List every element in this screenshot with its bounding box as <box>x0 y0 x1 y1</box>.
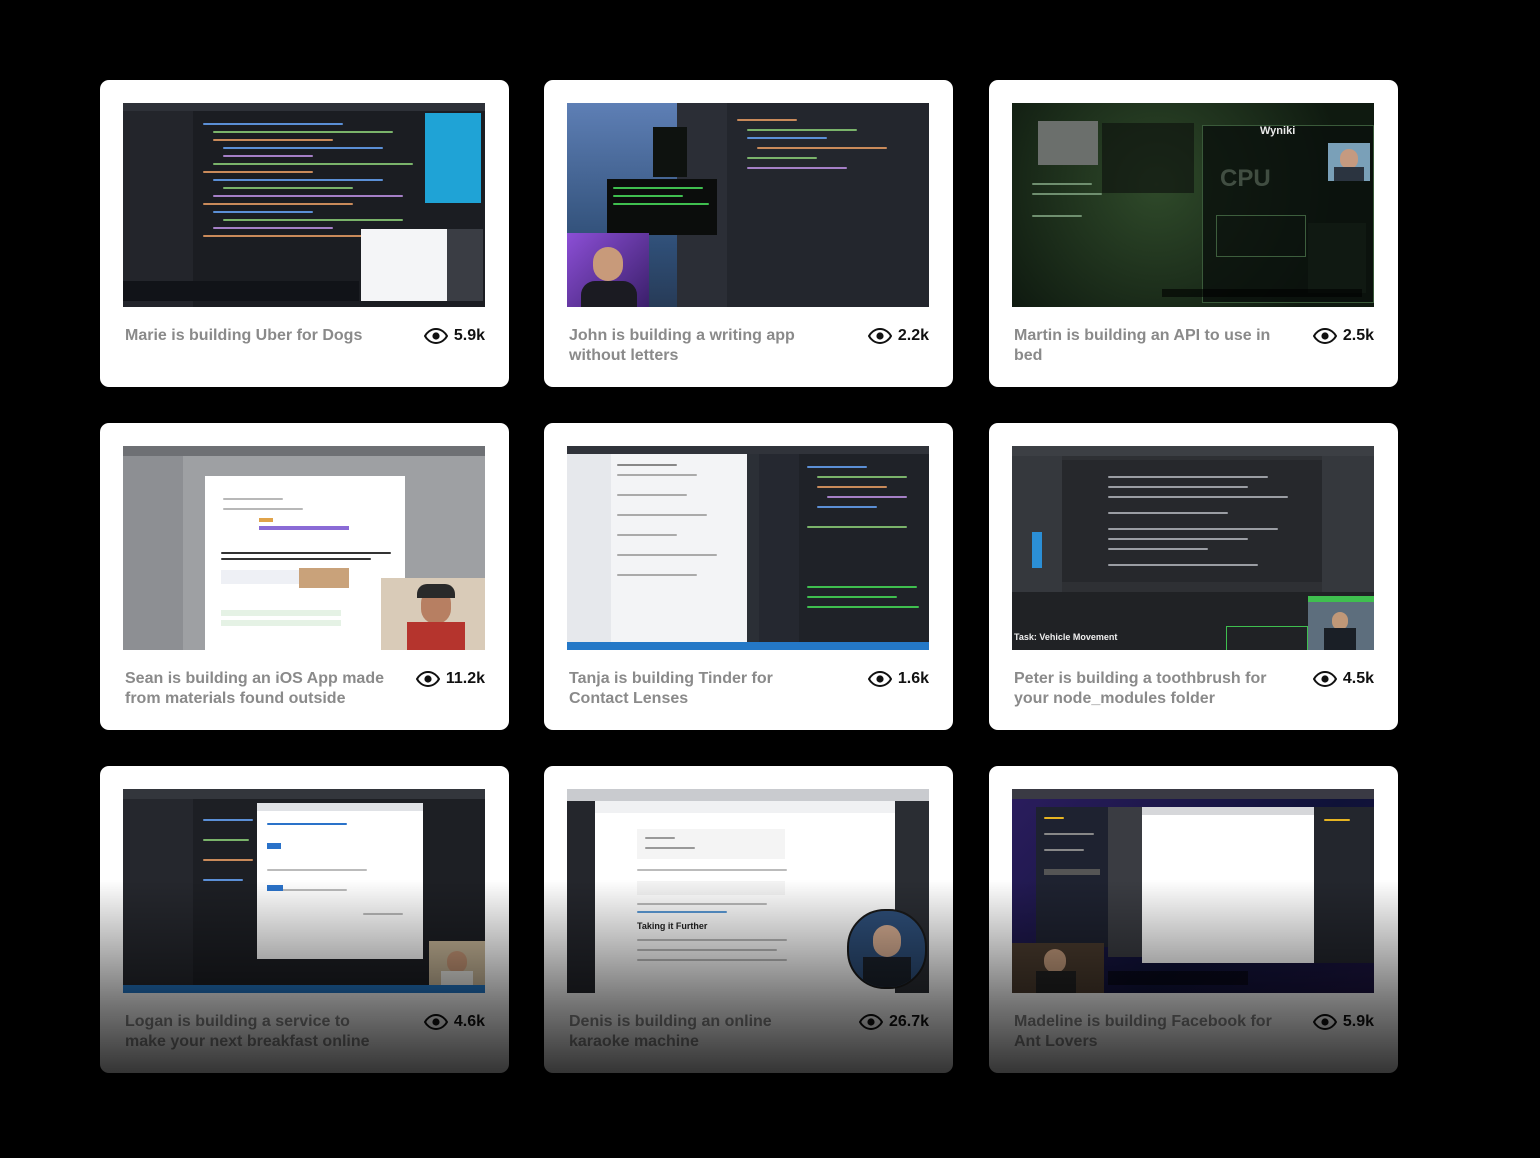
view-count: 11.2k <box>415 669 485 689</box>
eye-icon <box>1312 1014 1337 1030</box>
stream-card[interactable]: Task: Vehicle Movement Peter is building… <box>989 423 1398 730</box>
view-count-value: 5.9k <box>1342 1013 1374 1030</box>
section-heading: Taking it Further <box>637 921 708 931</box>
eye-icon <box>415 671 440 687</box>
stream-card[interactable]: Madeline is building Facebook for Ant Lo… <box>989 766 1398 1073</box>
eye-icon <box>867 328 892 344</box>
view-count-value: 4.5k <box>1342 670 1374 687</box>
view-count-value: 5.9k <box>453 327 485 344</box>
stream-thumbnail[interactable] <box>123 789 485 993</box>
view-count: 2.2k <box>867 326 929 346</box>
view-count: 4.5k <box>1312 669 1374 689</box>
stream-thumbnail[interactable]: Task: Vehicle Movement <box>1012 446 1374 650</box>
view-count-value: 4.6k <box>453 1013 485 1030</box>
view-count: 2.5k <box>1312 326 1374 346</box>
results-heading: Wyniki <box>1260 125 1296 137</box>
stream-gallery: Marie is building Uber for Dogs 5.9k Joh… <box>0 0 1540 1158</box>
view-count: 26.7k <box>858 1012 929 1032</box>
stream-thumbnail[interactable]: Taking it Further <box>567 789 929 993</box>
stream-title[interactable]: John is building a writing app without l… <box>569 326 834 366</box>
stream-title[interactable]: Peter is building a toothbrush for your … <box>1014 669 1279 709</box>
stream-thumbnail[interactable] <box>123 103 485 307</box>
stream-title[interactable]: Sean is building an iOS App made from ma… <box>125 669 390 709</box>
stream-title[interactable]: Logan is building a service to make your… <box>125 1012 390 1052</box>
stream-thumbnail[interactable] <box>567 446 929 650</box>
view-count: 5.9k <box>423 326 485 346</box>
stream-title[interactable]: Madeline is building Facebook for Ant Lo… <box>1014 1012 1279 1052</box>
cpu-label: CPU <box>1220 165 1271 192</box>
view-count: 5.9k <box>1312 1012 1374 1032</box>
stream-title[interactable]: Martin is building an API to use in bed <box>1014 326 1279 366</box>
stream-title[interactable]: Marie is building Uber for Dogs <box>125 326 390 346</box>
stream-card[interactable]: Sean is building an iOS App made from ma… <box>100 423 509 730</box>
stream-title[interactable]: Tanja is building Tinder for Contact Len… <box>569 669 834 709</box>
stream-thumbnail[interactable] <box>123 446 485 650</box>
eye-icon <box>1312 671 1337 687</box>
view-count: 1.6k <box>867 669 929 689</box>
view-count-value: 2.2k <box>897 327 929 344</box>
view-count: 4.6k <box>423 1012 485 1032</box>
stream-title[interactable]: Denis is building an online karaoke mach… <box>569 1012 834 1052</box>
eye-icon <box>1312 328 1337 344</box>
stream-card[interactable]: Taking it Further Denis is building an o… <box>544 766 953 1073</box>
view-count-value: 1.6k <box>897 670 929 687</box>
view-count-value: 26.7k <box>888 1013 929 1030</box>
stream-thumbnail[interactable]: Wyniki CPU <box>1012 103 1374 307</box>
eye-icon <box>423 1014 448 1030</box>
stream-thumbnail[interactable] <box>1012 789 1374 993</box>
stream-card[interactable]: Logan is building a service to make your… <box>100 766 509 1073</box>
task-caption: Task: Vehicle Movement <box>1014 632 1118 642</box>
stream-card[interactable]: Marie is building Uber for Dogs 5.9k <box>100 80 509 387</box>
eye-icon <box>867 671 892 687</box>
stream-card[interactable]: John is building a writing app without l… <box>544 80 953 387</box>
eye-icon <box>423 328 448 344</box>
eye-icon <box>858 1014 883 1030</box>
view-count-value: 11.2k <box>445 670 485 687</box>
stream-card[interactable]: Wyniki CPU Martin is building an API to … <box>989 80 1398 387</box>
view-count-value: 2.5k <box>1342 327 1374 344</box>
stream-thumbnail[interactable] <box>567 103 929 307</box>
stream-card[interactable]: Tanja is building Tinder for Contact Len… <box>544 423 953 730</box>
